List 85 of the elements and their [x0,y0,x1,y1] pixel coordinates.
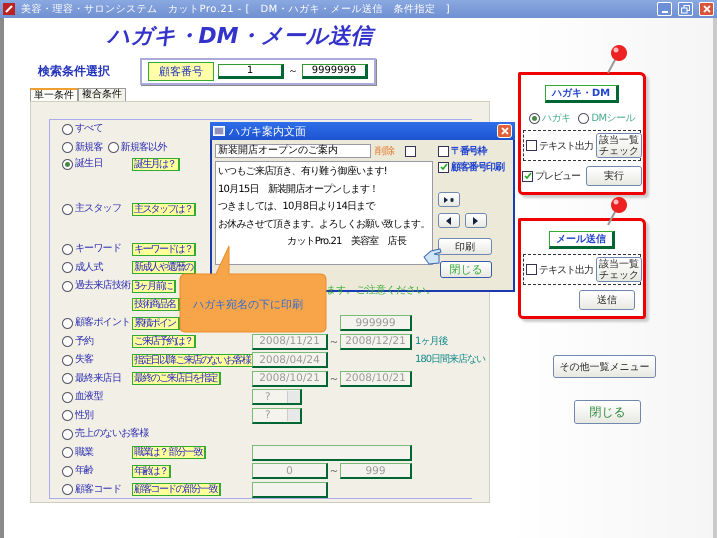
radio-option[interactable]: 過去来店技術 [62,280,130,292]
checkbox[interactable]: テキスト出力 [526,138,593,152]
close-icon [500,127,508,135]
restore-icon [681,4,690,14]
hint-label: 指定日以降ご来店のないお客様 [132,354,254,367]
checkbox[interactable] [405,146,416,156]
list-check-button[interactable]: 該当一覧チェック [596,133,642,158]
input-field[interactable] [252,482,328,498]
other-menu-button[interactable]: その他一覧メニュー [553,355,656,378]
input-field[interactable] [252,444,412,461]
check-icon [440,163,448,171]
hint-label: 顧客コードの部分一致 [132,483,222,496]
hint-label: ご来店予約は？ [132,335,196,348]
radio-option[interactable]: 誕生日 [62,158,103,170]
hint-label: 技術商品名 [132,298,180,312]
radio-option[interactable]: 血液型 [62,391,103,404]
radio-option[interactable]: 職業 [62,446,94,459]
hint-label: 累積ポイン [132,316,180,330]
range-separator: ～ [288,65,298,78]
message-textarea[interactable]: いつもご来店頂き、有り難う御座います! 10月15日 新装開店オープンします！ つきましては、10月8日より14日まで お休みさせて頂きます。よろしくお願い致します。 カットPro.21 美容室 店長 [215,161,433,265]
card-title: ハガキ・DM [544,85,620,103]
radio-option[interactable]: 新規客 [62,142,103,154]
radio-option[interactable]: 年齢 [62,465,94,478]
tab[interactable]: 複合条件 [78,88,126,101]
radio-option[interactable]: 失客 [62,354,94,366]
checkbox[interactable]: テキスト出力 [526,262,593,276]
check-icon [524,172,532,180]
radio-option[interactable]: キーワード [62,243,122,256]
close-button[interactable]: 閉じる [574,400,641,424]
radio-option[interactable]: 顧客ポイント [62,317,130,330]
input-field[interactable]: 9999999 [302,64,368,78]
dialog-title: ハガキ案内文面 [229,124,306,138]
close-icon [702,5,710,13]
radio-option[interactable]: 性別 [62,410,94,422]
note-text: 1ヶ月後 [414,336,448,348]
card-title: メール送信 [549,231,615,249]
range-separator: ～ [328,372,340,385]
radio-option[interactable]: 予約 [62,336,94,348]
app-icon [3,3,15,15]
hand-pointer-icon [423,248,443,266]
radio-option[interactable]: すべて [62,123,103,136]
checkbox[interactable]: 顧客番号印刷 [438,160,504,174]
range-separator: ～ [328,465,340,478]
minimize-button[interactable] [657,2,672,16]
hint-label: 職業は？ 部分一致 [132,446,206,460]
note-text: 180日間来店ない [414,354,486,366]
close-button[interactable] [497,124,512,138]
close-button[interactable] [699,2,714,16]
subject-field[interactable]: 新装開店オープンのご案内 [215,144,371,158]
hint-label: 3ヶ月前に [132,280,176,293]
radio-option[interactable]: 新規客以外 [108,142,167,154]
input-field[interactable]: 1 [218,64,284,78]
radio-option[interactable]: 売上のないお客様 [62,428,149,440]
action-button[interactable]: 実行 [586,166,642,186]
page-heading: ハガキ・DM・メール送信 [20,22,460,52]
maximize-button[interactable] [678,2,693,16]
radio-option[interactable]: 主スタッフ [62,203,122,215]
next-button[interactable] [465,213,487,228]
range-separator: ～ [328,336,340,348]
window-title: 美容・理容・サロンシステム カットPro.21 - [ DM・ハガキ・メール送信 条件指定 ] [21,2,452,16]
checkbox[interactable]: 〒番号枠 [438,144,486,158]
field-label: 削除 [375,144,395,158]
window-icon [213,126,225,136]
hint-label: 新成人や還暦の [132,261,196,274]
hint-label: 誕生月は？ [132,158,180,171]
field-label: 顧客番号 [148,62,214,80]
right-arrow-icon [473,216,479,224]
previous-button[interactable] [438,213,460,228]
callout-text: ハガキ宛名の下に印刷 [193,297,303,312]
print-button[interactable]: 印刷 [438,238,492,255]
radio-option[interactable]: 最終来店日 [62,372,122,385]
left-arrow-icon [446,216,452,224]
hint-label: 最終のご来店日を指定 [132,372,222,386]
hint-label: 主スタッフは？ [132,203,196,216]
hint-label: 年齢は？ [132,464,172,478]
tab[interactable]: 単一条件 [30,88,78,101]
section-label: 検索条件選択 [38,62,110,80]
hint-label: キーワードは？ [132,242,196,256]
new-record-button[interactable] [438,192,460,207]
list-check-button[interactable]: 該当一覧チェック [596,257,642,282]
checkbox[interactable]: プレビュー [522,169,580,183]
radio-option[interactable]: 成人式 [62,262,103,274]
action-button[interactable]: 送信 [579,290,635,310]
play-star-icon [443,196,455,204]
radio-option[interactable]: 顧客コード [62,484,122,496]
